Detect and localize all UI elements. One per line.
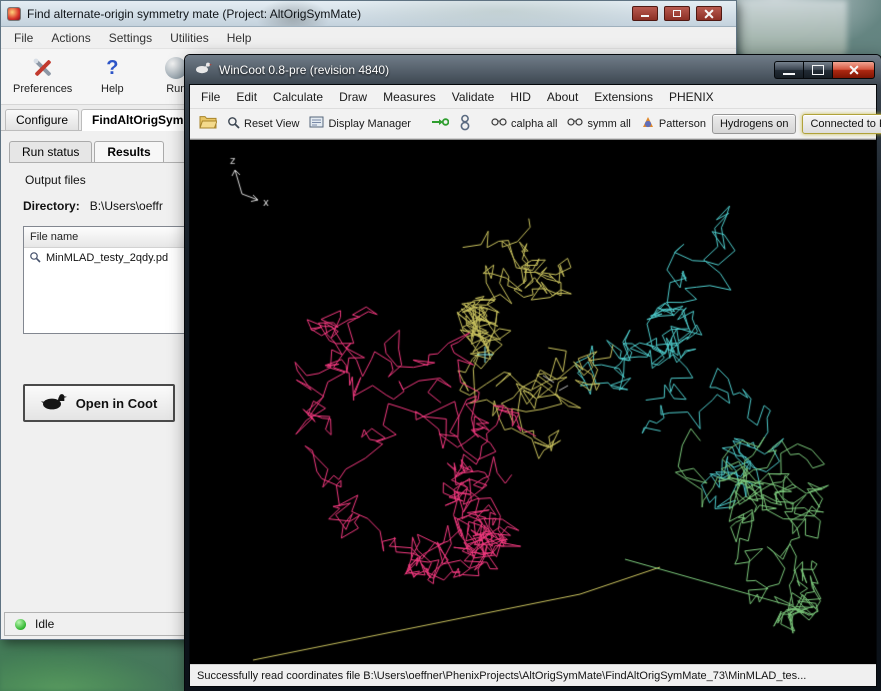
menu-hid[interactable]: HID [502, 86, 539, 108]
patterson-label: Patterson [659, 118, 706, 130]
green-arrow-icon [431, 116, 449, 131]
phenix-menubar: File Actions Settings Utilities Help [1, 27, 736, 49]
phenix-titlebar[interactable]: Find alternate-origin symmetry mate (Pro… [1, 1, 736, 27]
menu-file[interactable]: File [193, 86, 228, 108]
menu-measures[interactable]: Measures [375, 86, 444, 108]
calpha-all-button[interactable]: calpha all [487, 115, 561, 132]
wincoot-statusbar: Successfully read coordinates file B:\Us… [190, 664, 876, 686]
connected-to-phenix-button[interactable]: Connected to PHENIX [802, 114, 881, 134]
undo-molecule-chooser-button[interactable] [427, 114, 453, 133]
spectacles-icon [567, 117, 583, 130]
phenix-window-title: Find alternate-origin symmetry mate (Pro… [27, 7, 361, 21]
molecule-canvas[interactable] [190, 140, 876, 664]
wallpaper-structure [739, 0, 847, 58]
menu-actions[interactable]: Actions [42, 28, 99, 48]
symm-all-button[interactable]: symm all [563, 115, 634, 132]
menu-calculate[interactable]: Calculate [265, 86, 331, 108]
reset-view-button[interactable]: Reset View [223, 114, 303, 134]
directory-value: B:\Users\oeffr [90, 199, 163, 213]
run-label: Run [166, 83, 186, 95]
wallpaper-grass [0, 631, 200, 691]
folder-icon [199, 115, 217, 132]
maximize-button[interactable] [664, 6, 690, 21]
menu-file[interactable]: File [5, 28, 42, 48]
display-manager-icon [309, 116, 324, 132]
wincoot-status-text: Successfully read coordinates file B:\Us… [197, 670, 806, 682]
patterson-icon [641, 115, 655, 132]
magnifier-icon [227, 116, 240, 132]
symm-all-label: symm all [587, 118, 630, 130]
display-manager-label: Display Manager [328, 118, 411, 130]
open-in-coot-button[interactable]: Open in Coot [23, 384, 175, 422]
help-icon: ? [99, 55, 125, 81]
tab-results[interactable]: Results [94, 141, 163, 162]
wincoot-window-title: WinCoot 0.8-pre (revision 4840) [219, 63, 389, 77]
tab-run-status[interactable]: Run status [9, 141, 92, 162]
menu-validate[interactable]: Validate [444, 86, 502, 108]
open-in-coot-label: Open in Coot [76, 396, 158, 411]
desktop-screen: Find alternate-origin symmetry mate (Pro… [0, 0, 881, 691]
wincoot-window: WinCoot 0.8-pre (revision 4840) File Edi… [185, 55, 881, 691]
tab-configure[interactable]: Configure [5, 109, 79, 130]
wincoot-menubar: File Edit Calculate Draw Measures Valida… [190, 85, 876, 109]
display-manager-button[interactable]: Display Manager [305, 114, 415, 134]
wincoot-client-area: File Edit Calculate Draw Measures Valida… [189, 84, 877, 687]
directory-label: Directory: [23, 199, 80, 213]
help-label: Help [101, 83, 124, 95]
help-button[interactable]: ? Help [84, 54, 140, 96]
close-button[interactable] [696, 6, 722, 21]
calpha-all-label: calpha all [511, 118, 557, 130]
menu-utilities[interactable]: Utilities [161, 28, 218, 48]
menu-edit[interactable]: Edit [228, 86, 265, 108]
menu-draw[interactable]: Draw [331, 86, 375, 108]
magnifier-icon [29, 251, 41, 266]
preferences-tools-icon [30, 55, 56, 81]
patterson-button[interactable]: Patterson [637, 113, 710, 134]
phenix-window-controls [632, 6, 722, 21]
status-text: Idle [35, 617, 54, 631]
coot-bird-icon [41, 392, 67, 414]
wincoot-toolbar: Reset View Display Manager [190, 109, 876, 139]
go-to-atom-button[interactable] [455, 112, 475, 136]
status-indicator-dot [15, 619, 26, 630]
close-button[interactable] [832, 61, 875, 79]
spectacles-icon [491, 117, 507, 130]
menu-phenix[interactable]: PHENIX [661, 86, 722, 108]
reset-view-label: Reset View [244, 118, 299, 130]
menu-about[interactable]: About [539, 86, 586, 108]
minimize-button[interactable] [632, 6, 658, 21]
menu-settings[interactable]: Settings [100, 28, 161, 48]
minimize-button[interactable] [774, 61, 803, 79]
maximize-button[interactable] [803, 61, 832, 79]
wincoot-app-icon [195, 61, 212, 79]
atoms-icon [459, 114, 471, 134]
hydrogens-toggle-button[interactable]: Hydrogens on [712, 114, 797, 134]
wincoot-window-controls [774, 60, 875, 79]
menu-extensions[interactable]: Extensions [586, 86, 661, 108]
preferences-button[interactable]: Preferences [9, 54, 76, 96]
open-coordinates-button[interactable] [195, 113, 221, 134]
opengl-viewport [190, 139, 876, 664]
menu-help[interactable]: Help [218, 28, 261, 48]
phenix-app-icon [7, 7, 21, 21]
preferences-label: Preferences [13, 83, 72, 95]
wincoot-titlebar[interactable]: WinCoot 0.8-pre (revision 4840) [189, 55, 877, 84]
file-name: MinMLAD_testy_2qdy.pd [46, 252, 168, 264]
